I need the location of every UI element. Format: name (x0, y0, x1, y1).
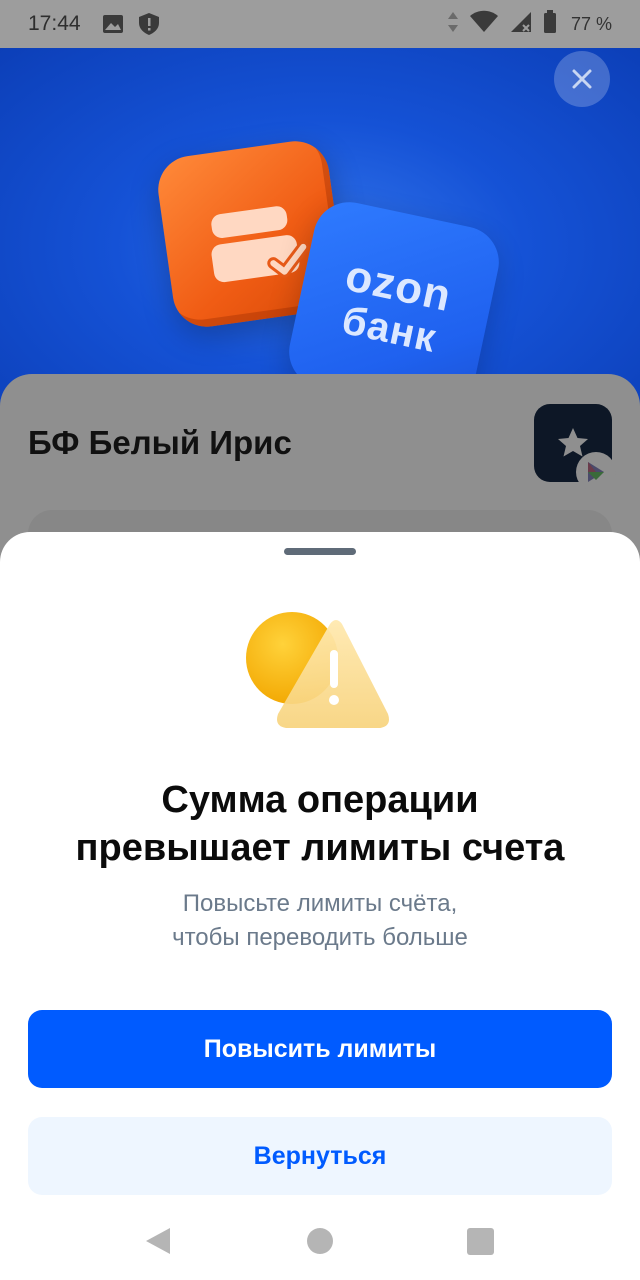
close-icon (572, 69, 592, 89)
back-icon[interactable] (144, 1226, 172, 1256)
limit-exceeded-sheet: Сумма операции превышает лимиты счета По… (0, 532, 640, 1280)
payment-system-badge (576, 452, 616, 492)
recipient-name: БФ Белый Ирис (28, 424, 292, 461)
sheet-grabber[interactable] (284, 548, 356, 555)
home-icon[interactable] (307, 1228, 333, 1254)
go-back-button[interactable]: Вернуться (28, 1117, 612, 1195)
sheet-title: Сумма операции превышает лимиты счета (0, 776, 640, 872)
status-right: 77 % (447, 10, 612, 39)
sbp-icon (588, 462, 604, 482)
close-button[interactable] (554, 51, 610, 107)
signal-icon (509, 10, 533, 39)
data-arrows-icon (447, 11, 459, 38)
sheet-subtitle: Повысьте лимиты счёта, чтобы переводить … (0, 887, 640, 955)
recents-icon[interactable] (467, 1228, 494, 1255)
gallery-icon (102, 13, 124, 40)
warning-illustration-icon (246, 612, 389, 728)
system-nav-bar (0, 1200, 640, 1280)
status-time: 17:44 (28, 12, 81, 35)
sheet-title-line-1: Сумма операции (161, 779, 479, 821)
raise-limits-button[interactable]: Повысить лимиты (28, 1010, 612, 1088)
wifi-icon (469, 10, 499, 39)
battery-icon (543, 10, 557, 39)
status-bar: 17:44 77 % (0, 0, 640, 48)
battery-percent: 77 % (570, 14, 612, 34)
sheet-title-line-2: превышает лимиты счета (75, 827, 565, 869)
shield-alert-icon (138, 12, 160, 41)
status-left-icons (102, 12, 160, 41)
screen: 17:44 77 % ozon банк БФ Белый Ирис Сумма… (0, 0, 640, 1280)
sheet-subtitle-line-2: чтобы переводить больше (172, 924, 468, 951)
hero-banner: ozon банк (0, 48, 640, 408)
sheet-subtitle-line-1: Повысьте лимиты счёта, (182, 890, 458, 917)
